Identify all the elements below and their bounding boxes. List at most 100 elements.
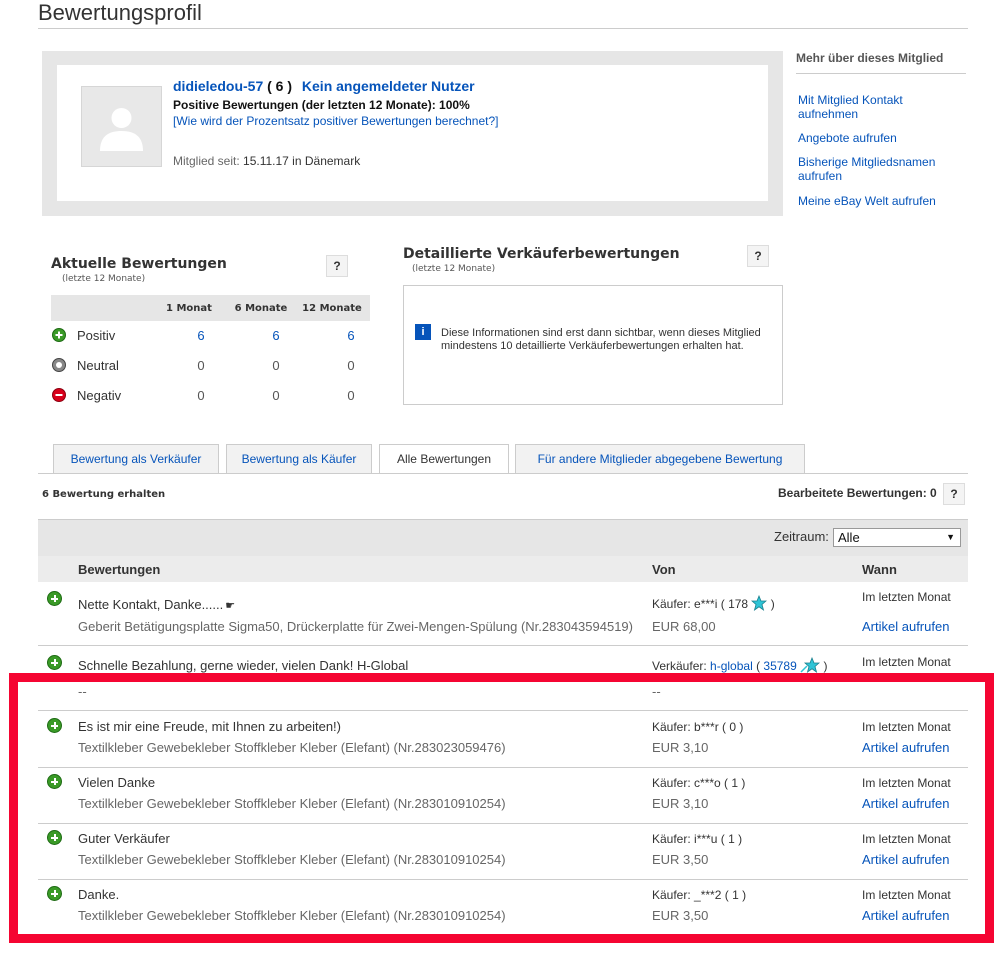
feedback-item: Geberit Betätigungsplatte Sigma50, Drück… xyxy=(78,619,633,634)
detailed-ratings-subtitle: (letzte 12 Monate) xyxy=(412,264,496,274)
neutral-label: Neutral xyxy=(77,358,119,373)
positive-icon xyxy=(47,886,62,901)
tab-as-seller[interactable]: Bewertung als Verkäufer xyxy=(53,444,219,473)
contact-member-link[interactable]: Mit Mitglied Kontakt aufnehmen xyxy=(798,93,963,121)
feedback-from: Verkäufer: h-global ( 35789 ) xyxy=(652,656,828,673)
header-from: Von xyxy=(652,562,676,577)
current-ratings-title: Aktuelle Bewertungen xyxy=(51,256,227,272)
detailed-ratings-title: Detaillierte Verkäuferbewertungen xyxy=(403,246,680,262)
star-icon xyxy=(751,594,768,611)
feedback-table-header xyxy=(38,556,968,582)
view-listings-link[interactable]: Angebote aufrufen xyxy=(798,131,963,145)
positive-icon xyxy=(47,655,62,670)
positive-icon xyxy=(47,830,62,845)
feedback-when: Im letzten Monat xyxy=(862,655,951,669)
feedback-when: Im letzten Monat xyxy=(862,776,951,790)
feedback-comment: Nette Kontakt, Danke...... ☛ xyxy=(78,597,236,612)
header-when: Wann xyxy=(862,562,897,577)
current-ratings-help-button[interactable]: ? xyxy=(326,255,348,277)
row-divider xyxy=(38,767,968,768)
user-silhouette-icon xyxy=(100,108,143,151)
feedback-comment: Es ist mir eine Freude, mit Ihnen zu arb… xyxy=(78,719,342,734)
feedback-from: Käufer: _***2 ( 1 ) xyxy=(652,888,747,902)
previous-usernames-link[interactable]: Bisherige Mitgliedsnamen aufrufen xyxy=(798,155,963,183)
member-since-value: 15.11.17 in Dänemark xyxy=(243,154,361,168)
feedback-price: -- xyxy=(652,684,661,699)
view-item-link[interactable]: Artikel aufrufen xyxy=(862,796,949,811)
member-score: ( 6 ) xyxy=(267,78,293,94)
view-item-link[interactable]: Artikel aufrufen xyxy=(862,852,949,867)
feedback-when: Im letzten Monat xyxy=(862,590,951,604)
positive-12-months[interactable]: 6 xyxy=(331,328,371,343)
feedback-user: _***2 xyxy=(694,888,722,902)
feedback-item: Textilkleber Gewebekleber Stoffkleber Kl… xyxy=(78,908,506,923)
side-box-divider xyxy=(796,73,966,74)
feedback-item: Textilkleber Gewebekleber Stoffkleber Kl… xyxy=(78,740,506,755)
feedback-item: Textilkleber Gewebekleber Stoffkleber Kl… xyxy=(78,852,506,867)
col-1-month: 1 Monat xyxy=(166,303,212,314)
positive-feedback-percent: Positive Bewertungen (der letzten 12 Mon… xyxy=(173,98,470,112)
positive-6-months[interactable]: 6 xyxy=(256,328,296,343)
feedback-price: EUR 68,00 xyxy=(652,619,716,634)
avatar xyxy=(81,86,162,167)
side-box-title: Mehr über dieses Mitglied xyxy=(796,51,944,65)
positive-1-month[interactable]: 6 xyxy=(181,328,221,343)
title-divider xyxy=(38,28,968,29)
tab-as-buyer[interactable]: Bewertung als Käufer xyxy=(226,444,372,473)
feedback-comment: Schnelle Bezahlung, gerne wieder, vielen… xyxy=(78,658,409,673)
feedback-from: Käufer: i***u ( 1 ) xyxy=(652,832,743,846)
member-since: Mitglied seit: 15.11.17 in Dänemark xyxy=(173,154,360,168)
feedback-when: Im letzten Monat xyxy=(862,888,951,902)
feedback-when: Im letzten Monat xyxy=(862,720,951,734)
tabs-divider xyxy=(38,473,968,474)
unauthenticated-user-link[interactable]: Kein angemeldeter Nutzer xyxy=(302,78,475,94)
neutral-12-months: 0 xyxy=(347,358,355,373)
feedback-comment: Guter Verkäufer xyxy=(78,831,170,846)
detailed-ratings-help-button[interactable]: ? xyxy=(747,245,769,267)
member-since-label: Mitglied seit: xyxy=(173,154,244,168)
tab-all-ratings[interactable]: Alle Bewertungen xyxy=(379,444,509,474)
negative-icon xyxy=(52,388,66,402)
current-ratings-subtitle: (letzte 12 Monate) xyxy=(62,274,146,284)
feedback-comment: Vielen Danke xyxy=(78,775,156,790)
negative-6-months: 0 xyxy=(272,388,280,403)
view-item-link[interactable]: Artikel aufrufen xyxy=(862,908,949,923)
view-item-link[interactable]: Artikel aufrufen xyxy=(862,740,949,755)
feedback-user: i***u xyxy=(694,832,718,846)
positive-icon xyxy=(47,718,62,733)
edited-ratings-help-button[interactable]: ? xyxy=(943,483,965,505)
feedback-item: Textilkleber Gewebekleber Stoffkleber Kl… xyxy=(78,796,506,811)
feedback-from: Käufer: e***i ( 178 ) xyxy=(652,594,775,611)
feedback-user: b***r xyxy=(694,720,719,734)
col-12-months: 12 Monate xyxy=(302,303,362,314)
feedback-user-link[interactable]: h-global xyxy=(710,659,753,673)
hand-pointer-icon: ☛ xyxy=(225,600,236,612)
feedback-price: EUR 3,10 xyxy=(652,796,709,811)
feedback-user-score: 1 xyxy=(728,832,735,846)
feedback-user-score-link[interactable]: 35789 xyxy=(763,659,796,673)
member-header: didieledou-57 ( 6 ) Kein angemeldeter Nu… xyxy=(173,78,475,94)
tab-left-for-others[interactable]: Für andere Mitglieder abgegebene Bewertu… xyxy=(515,444,805,473)
view-item-link[interactable]: Artikel aufrufen xyxy=(862,619,949,634)
period-label: Zeitraum: xyxy=(774,529,829,544)
feedback-from: Käufer: c***o ( 1 ) xyxy=(652,776,746,790)
feedback-when: Im letzten Monat xyxy=(862,832,951,846)
feedback-user: c***o xyxy=(694,776,721,790)
shooting-star-icon xyxy=(800,656,821,673)
negative-label: Negativ xyxy=(77,388,122,403)
info-icon: i xyxy=(415,324,431,340)
feedback-from: Käufer: b***r ( 0 ) xyxy=(652,720,744,734)
detailed-ratings-info-text: Diese Informationen sind erst dann sicht… xyxy=(441,327,761,352)
neutral-icon xyxy=(52,358,66,372)
my-ebay-world-link[interactable]: Meine eBay Welt aufrufen xyxy=(798,194,963,208)
feedback-item: -- xyxy=(78,684,87,699)
negative-1-month: 0 xyxy=(197,388,205,403)
feedback-user-score: 178 xyxy=(728,597,749,611)
percent-explanation-link[interactable]: [Wie wird der Prozentsatz positiver Bewe… xyxy=(173,114,499,128)
header-ratings: Bewertungen xyxy=(78,562,161,577)
member-name-link[interactable]: didieledou-57 xyxy=(173,78,263,94)
positive-icon xyxy=(47,774,62,789)
period-select[interactable]: Alle ▼ xyxy=(833,528,961,547)
feedback-comment: Danke. xyxy=(78,887,120,902)
row-divider xyxy=(38,823,968,824)
